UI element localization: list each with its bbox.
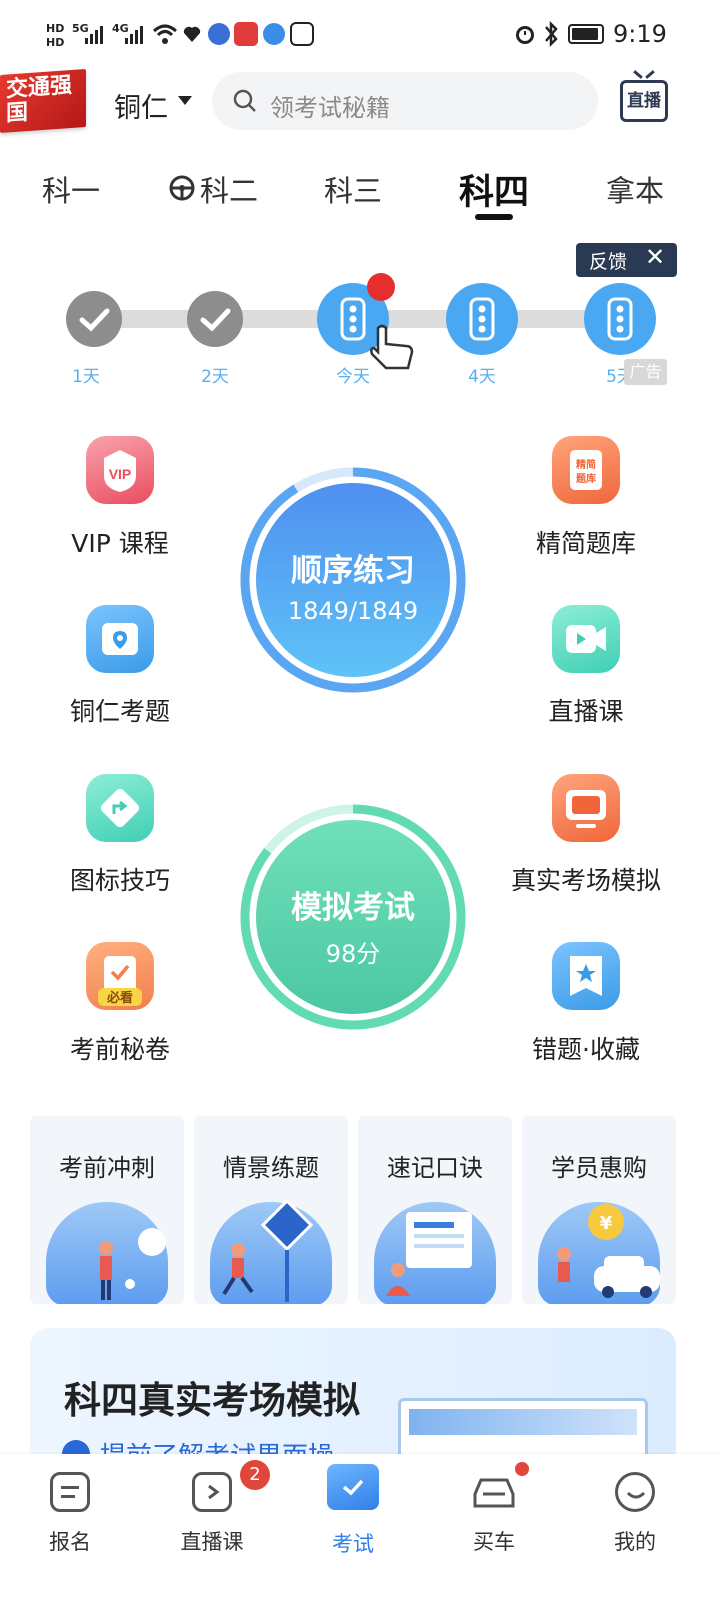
day-node-4[interactable] — [446, 283, 518, 355]
hand-app-icon — [290, 22, 314, 46]
arrow-sign-icon[interactable] — [86, 774, 154, 842]
exam-screen-preview — [398, 1398, 648, 1460]
svg-text:VIP: VIP — [109, 466, 132, 482]
practice-button-title[interactable]: 顺序练习 — [243, 545, 463, 590]
nav-label: 买车 — [473, 1530, 515, 1554]
live-class-label[interactable]: 直播课 — [486, 692, 686, 728]
coin-car-icon: ¥ — [557, 1204, 660, 1298]
notification-app-icon — [234, 22, 258, 46]
live-class-icon — [192, 1472, 232, 1512]
nav-label: 报名 — [49, 1530, 91, 1554]
real-exam-sim-label[interactable]: 真实考场模拟 — [486, 861, 686, 897]
battery-icon — [568, 24, 604, 44]
tab-subject-four[interactable]: 科四 — [459, 164, 529, 215]
document-illustration-icon — [386, 1212, 472, 1296]
traffic-light-icon — [469, 297, 495, 341]
nav-item-profile[interactable]: 我的 — [580, 1464, 690, 1556]
secret-paper-label[interactable]: 考前秘卷 — [20, 1030, 220, 1066]
nav-notification-dot — [515, 1462, 529, 1476]
mistakes-favorites-label[interactable]: 错题·收藏 — [486, 1030, 686, 1066]
tab-get-license[interactable]: 拿本 — [606, 168, 664, 210]
profile-icon — [615, 1472, 655, 1512]
day-node-2[interactable] — [187, 291, 243, 347]
nav-badge-count: 2 — [240, 1460, 270, 1490]
local-questions-label[interactable]: 铜仁考题 — [20, 692, 220, 728]
svg-text:必看: 必看 — [106, 990, 133, 1006]
vip-course-label[interactable]: VIP 课程 — [20, 524, 220, 560]
monitor-icon[interactable] — [552, 774, 620, 842]
mock-exam-button-title[interactable]: 模拟考试 — [243, 882, 463, 927]
tab-subject-one[interactable]: 科一 — [42, 168, 100, 210]
tab-active-indicator — [475, 214, 513, 220]
day-node-5[interactable] — [584, 283, 656, 355]
browser-app-icon — [263, 23, 285, 45]
question-bank-label[interactable]: 精简题库 — [486, 524, 686, 560]
city-selector[interactable]: 铜仁 — [114, 86, 168, 125]
mock-exam-score: 98分 — [325, 940, 381, 968]
nav-item-exam[interactable]: 考试 — [298, 1464, 408, 1558]
banner-title: 科四真实考场模拟 — [64, 1379, 360, 1422]
card-student-deals[interactable]: 学员惠购 ¥ — [522, 1116, 676, 1304]
card-mnemonics[interactable]: 速记口诀 — [358, 1116, 512, 1304]
pedestrian-sign-icon — [222, 1198, 314, 1302]
car-icon — [471, 1472, 517, 1512]
search-placeholder[interactable]: 领考试秘籍 — [270, 88, 390, 123]
exam-paper-icon[interactable]: 必看 — [86, 942, 154, 1010]
practice-progress: 1849/1849 — [287, 597, 419, 625]
day-label: 2天 — [201, 367, 229, 387]
exam-folder-icon — [327, 1464, 379, 1510]
wifi-icon — [152, 22, 178, 50]
steering-wheel-icon — [168, 174, 196, 206]
nav-label: 考试 — [332, 1532, 374, 1556]
caret-down-icon[interactable] — [178, 96, 192, 105]
clock-time: 9:19 — [613, 20, 667, 48]
svg-text:¥: ¥ — [600, 1213, 613, 1234]
check-icon — [79, 308, 110, 332]
sign-tips-label[interactable]: 图标技巧 — [20, 861, 220, 897]
close-icon[interactable]: ✕ — [645, 243, 665, 271]
nav-label: 直播课 — [180, 1530, 244, 1554]
signal-icon — [84, 24, 108, 50]
heart-icon — [182, 24, 202, 48]
app-screen: HD HD 5G 4G 9:19 交通强国 铜仁 领考试秘籍 直播 科一 科二 … — [0, 0, 720, 1600]
brand-logo[interactable]: 交通强国 — [0, 68, 86, 134]
nav-item-signup[interactable]: 报名 — [15, 1464, 125, 1556]
search-icon — [232, 88, 258, 118]
live-button[interactable]: 直播 — [620, 80, 668, 122]
video-icon[interactable] — [552, 605, 620, 673]
day-node-1[interactable] — [66, 291, 122, 347]
location-icon[interactable] — [86, 605, 154, 673]
signup-icon — [50, 1472, 90, 1512]
question-bank-icon[interactable]: 精简 题库 — [552, 436, 620, 504]
music-app-icon — [208, 23, 230, 45]
svg-text:题库: 题库 — [576, 472, 596, 485]
day-label: 1天 — [72, 367, 100, 387]
nav-item-buy-car[interactable]: 买车 — [439, 1464, 549, 1556]
bluetooth-icon — [542, 20, 560, 52]
tab-subject-three[interactable]: 科三 — [324, 168, 382, 210]
svg-text:精简: 精简 — [576, 458, 596, 471]
day-label: 4天 — [468, 367, 496, 387]
hd-indicator-1: HD — [46, 22, 65, 35]
star-bookmark-icon[interactable] — [552, 942, 620, 1010]
check-icon — [200, 308, 231, 332]
card-scenario-practice[interactable]: 情景练题 — [194, 1116, 348, 1304]
alarm-icon — [513, 22, 537, 50]
tab-subject-two[interactable]: 科二 — [200, 168, 258, 210]
hd-indicator-2: HD — [46, 36, 65, 49]
day-label: 今天 — [336, 367, 370, 387]
traffic-light-icon — [607, 297, 633, 341]
card-final-sprint[interactable]: 考前冲刺 — [30, 1116, 184, 1304]
ad-tag: 广告 — [624, 359, 667, 385]
person-illustration-icon — [99, 1228, 166, 1300]
new-badge-dot — [367, 273, 395, 301]
vip-icon[interactable]: VIP — [86, 436, 154, 504]
signal-icon-2 — [124, 24, 148, 50]
nav-label: 我的 — [614, 1530, 656, 1554]
